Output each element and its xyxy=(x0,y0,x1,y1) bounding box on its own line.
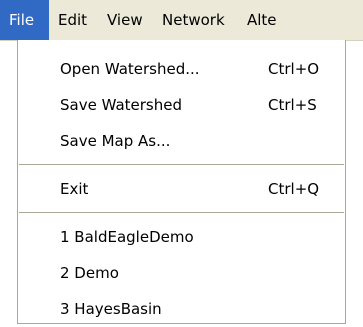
menu-item-label: Save Watershed xyxy=(60,96,182,114)
menu-item-recent-hayesbasin[interactable]: 3 HayesBasin xyxy=(18,291,345,327)
menu-item-shortcut: Ctrl+O xyxy=(268,60,320,78)
menu-item-label: 1 BaldEagleDemo xyxy=(60,228,194,246)
menu-item-recent-demo[interactable]: 2 Demo xyxy=(18,255,345,291)
menu-file[interactable]: File xyxy=(0,0,49,40)
menu-item-label: Save Map As... xyxy=(60,132,171,150)
menu-item-label: 2 Demo xyxy=(60,264,119,282)
menu-item-shortcut: Ctrl+S xyxy=(268,96,317,114)
menu-item-label: Exit xyxy=(60,180,89,198)
menu-separator xyxy=(19,212,344,213)
menu-item-open-watershed[interactable]: Open Watershed... Ctrl+O xyxy=(18,51,345,87)
menu-alternative[interactable]: Alte xyxy=(238,0,286,40)
menu-network[interactable]: Network xyxy=(153,0,234,40)
menu-view[interactable]: View xyxy=(98,0,152,40)
menu-item-save-watershed[interactable]: Save Watershed Ctrl+S xyxy=(18,87,345,123)
menu-item-exit[interactable]: Exit Ctrl+Q xyxy=(18,171,345,207)
menu-edit[interactable]: Edit xyxy=(49,0,96,40)
menu-item-label: 3 HayesBasin xyxy=(60,300,162,318)
menu-item-label: Open Watershed... xyxy=(60,60,200,78)
menu-item-shortcut: Ctrl+Q xyxy=(268,180,320,198)
menu-separator xyxy=(19,164,344,165)
menu-item-save-map-as[interactable]: Save Map As... xyxy=(18,123,345,159)
file-menu-dropdown: Open Watershed... Ctrl+O Save Watershed … xyxy=(17,40,346,324)
menu-bar: File Edit View Network Alte xyxy=(0,0,363,41)
menu-item-recent-baldeagledemo[interactable]: 1 BaldEagleDemo xyxy=(18,219,345,255)
